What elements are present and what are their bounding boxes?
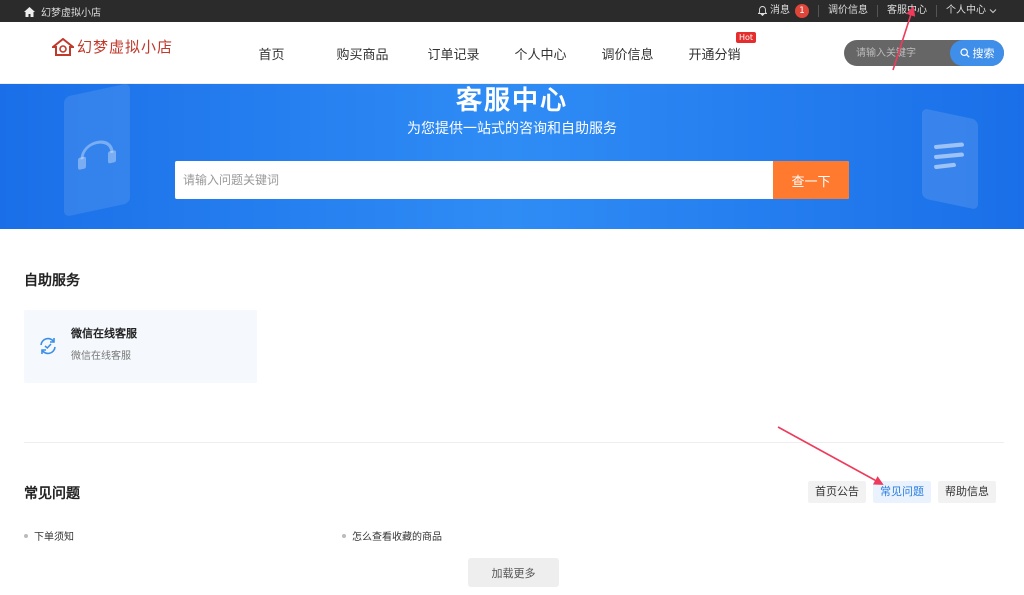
messages-label: 消息 [770, 5, 790, 16]
faq-item-view-favorites[interactable]: 怎么查看收藏的商品 [342, 528, 442, 543]
question-search-button[interactable]: 查一下 [773, 161, 849, 199]
nav-price-info[interactable]: 调价信息 [584, 44, 671, 63]
header-search-button[interactable]: 搜索 [950, 40, 1004, 66]
tab-faq[interactable]: 常见问题 [873, 481, 931, 503]
header-search-input[interactable] [856, 45, 948, 61]
main-nav: 首页 购买商品 订单记录 个人中心 调价信息 开通分销 Hot [228, 32, 758, 63]
home-icon [24, 6, 35, 17]
nav-order-records[interactable]: 订单记录 [410, 44, 497, 63]
nav-label: 调价信息 [601, 48, 654, 63]
logo-text: 幻梦虚拟小店 [77, 38, 174, 56]
service-center-label: 客服中心 [887, 5, 927, 16]
header-search: 搜索 [844, 40, 1004, 66]
price-info-link[interactable]: 调价信息 [818, 5, 877, 17]
price-info-label: 调价信息 [828, 5, 868, 16]
personal-center-label: 个人中心 [946, 5, 986, 16]
header-search-label: 搜索 [972, 47, 995, 60]
banner-subtitle: 为您提供一站式的咨询和自助服务 [407, 121, 617, 137]
load-more-button[interactable]: 加载更多 [468, 558, 559, 587]
service-card-name: 微信在线客服 [71, 327, 137, 340]
nav-label: 购买商品 [336, 48, 389, 63]
nav-personal-center[interactable]: 个人中心 [497, 44, 584, 63]
logo-house-icon [52, 37, 74, 56]
personal-center-dropdown[interactable]: 个人中心 [936, 5, 1006, 17]
faq-item-label: 怎么查看收藏的商品 [352, 532, 442, 543]
bell-icon [758, 6, 767, 16]
nav-home[interactable]: 首页 [228, 44, 315, 63]
banner-title: 客服中心 [455, 86, 568, 116]
service-banner: 客服中心 为您提供一站式的咨询和自助服务 查一下 [0, 84, 1024, 229]
top-bar: 幻梦虚拟小店 消息 1 调价信息 客服中心 个人中心 [0, 0, 1024, 22]
home-link[interactable]: 幻梦虚拟小店 [24, 4, 101, 19]
main-header: 幻梦虚拟小店 首页 购买商品 订单记录 个人中心 调价信息 开通分销 Hot 搜… [0, 22, 1024, 84]
refresh-check-icon [40, 337, 56, 355]
bullet-dot [342, 533, 346, 538]
service-card-desc: 微信在线客服 [71, 351, 131, 362]
bullet-dot [24, 533, 28, 538]
faq-tabs: 首页公告 常见问题 帮助信息 [808, 481, 996, 503]
question-search-input[interactable] [183, 171, 763, 189]
logo[interactable]: 幻梦虚拟小店 [52, 36, 173, 57]
search-icon [959, 48, 970, 58]
messages-count-badge: 1 [795, 4, 809, 18]
nav-buy-products[interactable]: 购买商品 [315, 44, 410, 63]
chevron-down-icon [989, 9, 997, 14]
question-search: 查一下 [175, 161, 849, 199]
faq-title: 常见问题 [24, 486, 80, 502]
faq-item-label: 下单须知 [34, 532, 74, 543]
shop-name: 幻梦虚拟小店 [41, 8, 101, 19]
tab-announcements[interactable]: 首页公告 [808, 481, 866, 503]
nav-label: 开通分销 [688, 48, 741, 63]
hot-badge: Hot [735, 32, 756, 43]
nav-label: 订单记录 [427, 48, 480, 63]
messages-link[interactable]: 消息 1 [749, 4, 818, 18]
tab-help[interactable]: 帮助信息 [938, 481, 996, 503]
service-center-link[interactable]: 客服中心 [877, 5, 936, 17]
nav-label: 首页 [258, 48, 285, 63]
self-service-title: 自助服务 [24, 273, 80, 289]
arrow-to-faq-tab [777, 426, 884, 485]
section-divider [24, 442, 1004, 443]
faq-item-order-notice[interactable]: 下单须知 [24, 528, 74, 543]
wechat-service-card[interactable]: 微信在线客服 微信在线客服 [24, 310, 257, 383]
nav-distribution[interactable]: 开通分销 Hot [671, 32, 758, 63]
nav-label: 个人中心 [514, 48, 567, 63]
